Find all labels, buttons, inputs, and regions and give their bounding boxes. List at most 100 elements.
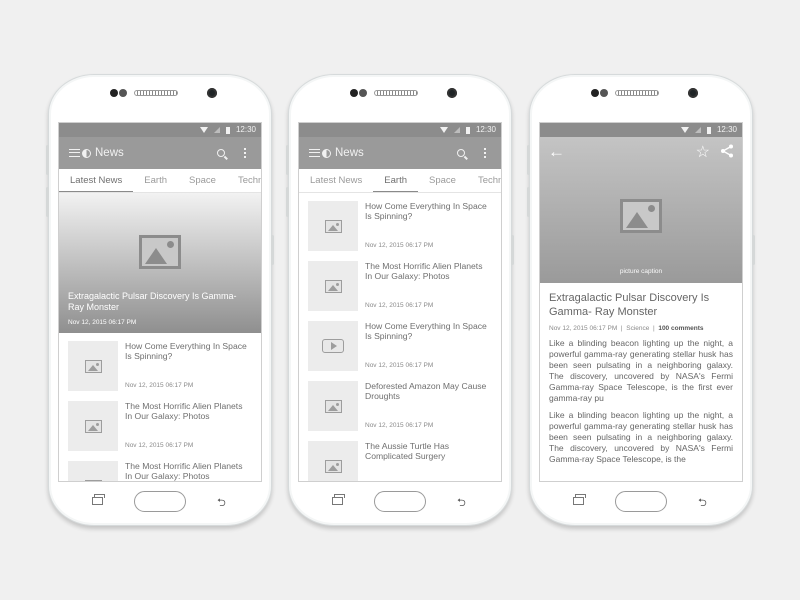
list-item[interactable]: The Most Horrific Alien Planets In Our G…: [59, 393, 261, 453]
list-item[interactable]: How Come Everything In Space Is Spinning…: [299, 193, 501, 253]
sensor: [591, 89, 599, 97]
volume-up-button: [46, 145, 49, 175]
item-date: Nov 12, 2015 06:17 PM: [365, 242, 434, 249]
app-title: News: [95, 147, 124, 159]
overflow-menu-button[interactable]: [477, 145, 493, 161]
wifi-icon: [439, 127, 448, 133]
image-icon: [324, 279, 342, 293]
home-button[interactable]: [134, 491, 186, 512]
front-camera: [207, 88, 217, 98]
back-icon[interactable]: ⮌: [698, 494, 707, 513]
image-icon: [324, 219, 342, 233]
thumbnail: [308, 261, 358, 311]
menu-icon[interactable]: [309, 149, 320, 157]
list-item[interactable]: The Most Horrific Alien Planets In Our G…: [59, 453, 261, 481]
item-date: Nov 12, 2015 06:17 PM: [365, 302, 434, 309]
front-camera: [447, 88, 457, 98]
article-paragraph: Like a blinding beacon lighting up the n…: [549, 338, 733, 403]
image-icon: [324, 399, 342, 413]
thumbnail: [308, 321, 358, 371]
home-button[interactable]: [374, 491, 426, 512]
thumbnail: [308, 381, 358, 431]
thumbnail: [68, 401, 118, 451]
phone-latest-news: 12:30 News Latest News Earth Space Techn…: [46, 74, 274, 526]
sensor: [350, 89, 358, 97]
search-button[interactable]: [453, 145, 469, 161]
item-title: The Aussie Turtle Has Complicated Surger…: [365, 441, 450, 461]
separator: |: [620, 325, 623, 332]
article-hero-image: ← ☆ picture caption: [540, 123, 742, 283]
more-vert-icon: [244, 148, 246, 158]
back-icon[interactable]: ⮌: [457, 494, 466, 513]
video-play-icon: [322, 339, 344, 353]
list-item[interactable]: The Aussie Turtle Has Complicated Surger…: [299, 433, 501, 481]
featured-date: Nov 12, 2015 06:17 PM: [68, 319, 137, 326]
item-title: How Come Everything In Space Is Spinning…: [125, 341, 247, 361]
article-category[interactable]: Science: [626, 325, 649, 332]
item-title: The Most Horrific Alien Planets In Our G…: [125, 401, 243, 421]
volume-up-button: [286, 145, 289, 175]
item-date: Nov 12, 2015 06:17 PM: [365, 362, 434, 369]
tab-latest-news[interactable]: Latest News: [59, 169, 134, 192]
image-placeholder-icon: [620, 199, 662, 233]
item-title: How Come Everything In Space Is Spinning…: [365, 321, 487, 341]
status-bar: 12:30: [299, 123, 501, 137]
earpiece-speaker: [615, 90, 659, 96]
recent-apps-icon[interactable]: [332, 494, 345, 505]
hardware-nav: ⮌: [289, 489, 511, 513]
item-title: The Most Horrific Alien Planets In Our G…: [365, 261, 483, 281]
thumbnail: [308, 201, 358, 251]
featured-article[interactable]: Extragalactic Pulsar Discovery Is Gamma-…: [59, 193, 261, 333]
back-icon[interactable]: ⮌: [217, 494, 226, 513]
app-bar: News: [299, 137, 501, 169]
list-item[interactable]: The Most Horrific Alien Planets In Our G…: [299, 253, 501, 313]
sensor: [600, 89, 608, 97]
item-title: How Come Everything In Space Is Spinning…: [365, 201, 487, 221]
image-icon: [84, 479, 102, 481]
status-time: 12:30: [475, 125, 496, 134]
hardware-nav: ⮌: [530, 489, 752, 513]
item-date: Nov 12, 2015 06:17 PM: [125, 442, 194, 449]
back-arrow-icon[interactable]: ←: [548, 143, 565, 160]
sensor: [110, 89, 118, 97]
list-item[interactable]: How Come Everything In Space Is Spinning…: [299, 313, 501, 373]
home-button[interactable]: [615, 491, 667, 512]
tab-space[interactable]: Space: [418, 169, 467, 192]
image-icon: [324, 459, 342, 473]
separator: |: [653, 325, 655, 332]
recent-apps-icon[interactable]: [92, 494, 105, 505]
overflow-menu-button[interactable]: [237, 145, 253, 161]
battery-icon: [465, 126, 470, 134]
earpiece-speaker: [134, 90, 178, 96]
hardware-nav: ⮌: [49, 489, 271, 513]
item-title: Deforested Amazon May Cause Droughts: [365, 381, 487, 401]
signal-icon: [213, 127, 220, 133]
tab-space[interactable]: Space: [178, 169, 227, 192]
list-item[interactable]: How Come Everything In Space Is Spinning…: [59, 333, 261, 393]
tab-earth[interactable]: Earth: [133, 169, 178, 192]
phone-earth: 12:30 News Latest News Earth Space Techn…: [286, 74, 514, 526]
item-date: Nov 12, 2015 06:17 PM: [125, 382, 194, 389]
app-title: News: [335, 147, 364, 159]
phone-article-detail: 12:30 ← ☆ picture caption Extragalactic …: [527, 74, 755, 526]
recent-apps-icon[interactable]: [573, 494, 586, 505]
search-button[interactable]: [213, 145, 229, 161]
tab-latest-news[interactable]: Latest News: [299, 169, 373, 192]
tab-earth[interactable]: Earth: [373, 169, 418, 192]
share-icon[interactable]: [720, 144, 734, 161]
tab-technology[interactable]: Techn: [227, 169, 261, 192]
thumbnail: [308, 441, 358, 481]
sensor: [359, 89, 367, 97]
list-item[interactable]: Deforested Amazon May Cause Droughts Nov …: [299, 373, 501, 433]
item-date: Nov 12, 2015 06:17 PM: [365, 422, 434, 429]
volume-down-button: [46, 187, 49, 217]
menu-icon[interactable]: [69, 149, 80, 157]
image-icon: [84, 359, 102, 373]
wifi-icon: [680, 127, 689, 133]
earpiece-speaker: [374, 90, 418, 96]
comments-link[interactable]: 100 comments: [658, 325, 703, 332]
star-icon[interactable]: ☆: [696, 142, 710, 162]
tab-technology[interactable]: Techn: [467, 169, 501, 192]
search-icon: [217, 149, 225, 157]
search-icon: [457, 149, 465, 157]
